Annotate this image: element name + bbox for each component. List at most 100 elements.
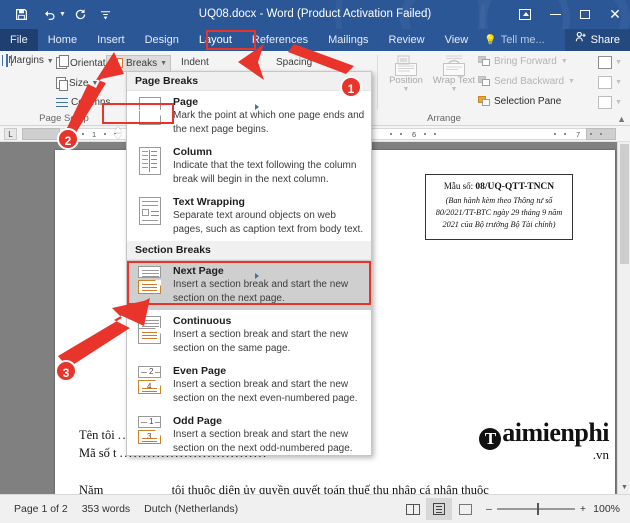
- share-label: Share: [590, 34, 620, 46]
- menu-item-next-page-title: Next Page: [173, 265, 224, 277]
- step-badge-1: 1: [340, 76, 362, 98]
- position-label: Position: [389, 75, 423, 86]
- person-share-icon: [575, 29, 587, 51]
- menu-section-header-section-breaks: Section Breaks: [127, 241, 371, 260]
- collapse-ribbon-icon[interactable]: ▲: [617, 114, 626, 124]
- menu-item-next-page[interactable]: Next Page Insert a section break and sta…: [127, 260, 371, 310]
- indent-header: Indent: [181, 57, 209, 68]
- tab-design[interactable]: Design: [135, 29, 189, 51]
- menu-item-column[interactable]: Column Indicate that the text following …: [127, 141, 371, 191]
- zoom-out-button[interactable]: –: [486, 503, 492, 515]
- step-badge-3: 3: [55, 360, 77, 382]
- vertical-scrollbar[interactable]: ▲ ▼: [617, 142, 630, 494]
- ruler-tick-6: 6: [412, 130, 417, 139]
- scrollbar-thumb[interactable]: [620, 144, 629, 264]
- bring-forward-button[interactable]: Bring Forward ▼: [478, 56, 568, 67]
- selection-pane-label: Selection Pane: [494, 96, 562, 107]
- tab-insert[interactable]: Insert: [87, 29, 135, 51]
- zoom-slider-knob[interactable]: [536, 503, 540, 516]
- position-dropdown-caret: ▼: [402, 86, 410, 93]
- breaks-dropdown-menu[interactable]: Page Breaks Page Mark the point at which…: [126, 71, 372, 456]
- form-code-line4: 2021 của Bộ trưởng Bộ Tài chính): [442, 219, 556, 229]
- menu-item-continuous-title: Continuous: [173, 315, 232, 327]
- close-button[interactable]: ✕: [600, 0, 630, 29]
- form-code-line2: (Ban hành kèm theo Thông tư số: [445, 195, 553, 205]
- selection-pane-button[interactable]: Selection Pane: [478, 96, 561, 107]
- position-button[interactable]: Position ▼: [384, 54, 428, 93]
- menu-item-column-desc: Indicate that the text following the col…: [173, 160, 357, 185]
- selection-pane-icon: [478, 96, 490, 107]
- annotation-arrow-2: [66, 52, 124, 136]
- send-backward-label: Send Backward: [494, 76, 565, 87]
- tab-review[interactable]: Review: [379, 29, 435, 51]
- menu-item-even-page[interactable]: 2 4 Even Page Insert a section break and…: [127, 360, 371, 410]
- tell-me-label: Tell me...: [500, 34, 545, 46]
- submenu-pointer-icon-2: [255, 273, 259, 279]
- title-bar: ▼ UQ08.docx - Word (Product Activation F…: [0, 0, 630, 29]
- maximize-button[interactable]: [570, 0, 600, 29]
- ribbon-group-arrange: Position ▼ Wrap Text ▼ Bring Forward ▼ S…: [378, 51, 630, 126]
- zoom-slider[interactable]: – +: [486, 503, 586, 516]
- group-icon: [598, 76, 613, 89]
- menu-item-even-page-desc: Insert a section break and start the new…: [173, 379, 358, 404]
- menu-item-continuous-desc: Insert a section break and start the new…: [173, 329, 349, 354]
- watermark-badge: T: [479, 428, 502, 450]
- page-break-icon: [135, 96, 165, 126]
- tab-view[interactable]: View: [435, 29, 479, 51]
- breaks-dropdown-caret[interactable]: ▼: [160, 60, 167, 67]
- status-bar-right: – + 100%: [400, 498, 630, 520]
- sidebar-item-file[interactable]: File: [0, 29, 38, 51]
- menu-item-odd-page-title: Odd Page: [173, 415, 223, 427]
- form-code-box: Mẫu số: 08/UQ-QTT-TNCN (Ban hành kèm the…: [425, 174, 573, 240]
- send-backward-button[interactable]: Send Backward ▼: [478, 76, 575, 87]
- share-button[interactable]: Share: [564, 29, 630, 51]
- send-backward-dropdown-caret: ▼: [568, 78, 575, 85]
- word-count[interactable]: 353 words: [82, 503, 130, 515]
- position-icon: [395, 55, 417, 76]
- bring-forward-dropdown-caret: ▼: [560, 58, 568, 65]
- web-layout-view-button[interactable]: [452, 498, 478, 520]
- align-icon: [598, 56, 613, 69]
- page-indicator[interactable]: Page 1 of 2: [14, 503, 68, 515]
- margins-label: Margins: [8, 55, 44, 66]
- wrap-text-button[interactable]: Wrap Text ▼: [432, 54, 476, 93]
- rotate-icon: [598, 96, 613, 109]
- language-indicator[interactable]: Dutch (Netherlands): [144, 503, 238, 515]
- column-break-icon: [135, 146, 165, 176]
- bring-forward-label: Bring Forward: [494, 56, 557, 67]
- window-controls: ✕: [510, 0, 630, 29]
- menu-item-text-wrapping-title: Text Wrapping: [173, 196, 245, 208]
- ribbon-display-options-icon[interactable]: [510, 0, 540, 29]
- watermark: Taimienphi .vn: [479, 420, 609, 461]
- scroll-down-icon[interactable]: ▼: [618, 481, 630, 494]
- group-objects-button[interactable]: ▼: [598, 76, 622, 89]
- menu-item-continuous[interactable]: Continuous Insert a section break and st…: [127, 310, 371, 360]
- rotate-button[interactable]: ▼: [598, 96, 622, 109]
- tab-home[interactable]: Home: [38, 29, 87, 51]
- align-button[interactable]: ▼: [598, 56, 622, 69]
- send-backward-icon: [478, 76, 490, 87]
- step-badge-2: 2: [57, 128, 79, 150]
- minimize-button[interactable]: [540, 0, 570, 29]
- wrap-text-dropdown-caret: ▼: [450, 86, 458, 93]
- tab-stop-selector[interactable]: L: [4, 128, 17, 140]
- form-code-line3: 80/2021/TT-BTC ngày 29 tháng 9 năm: [435, 207, 563, 217]
- zoom-level[interactable]: 100%: [586, 503, 620, 515]
- tell-me-search[interactable]: 💡 Tell me...: [484, 34, 544, 46]
- text-wrapping-break-icon: [135, 196, 165, 226]
- menu-item-text-wrapping[interactable]: Text Wrapping Separate text around objec…: [127, 191, 371, 241]
- menu-item-next-page-desc: Insert a section break and start the new…: [173, 279, 349, 304]
- menu-item-even-page-title: Even Page: [173, 365, 227, 377]
- menu-item-page-title: Page: [173, 96, 199, 108]
- menu-item-page[interactable]: Page Mark the point at which one page en…: [127, 91, 371, 141]
- doc-line-name-label: Tên tôi: [79, 428, 115, 442]
- menu-item-odd-page[interactable]: 1 3 Odd Page Insert a section break and …: [127, 410, 371, 460]
- menu-item-odd-page-desc: Insert a section break and start the new…: [173, 429, 353, 454]
- print-layout-view-button[interactable]: [426, 498, 453, 520]
- doc-line-taxcode-label: Mã số t: [79, 446, 117, 460]
- zoom-slider-track[interactable]: [496, 503, 575, 516]
- form-code-prefix: Mẫu số:: [443, 181, 476, 191]
- read-mode-view-button[interactable]: [400, 498, 426, 520]
- align-dropdown-caret: ▼: [615, 59, 622, 66]
- annotation-arrow-1: [238, 44, 354, 80]
